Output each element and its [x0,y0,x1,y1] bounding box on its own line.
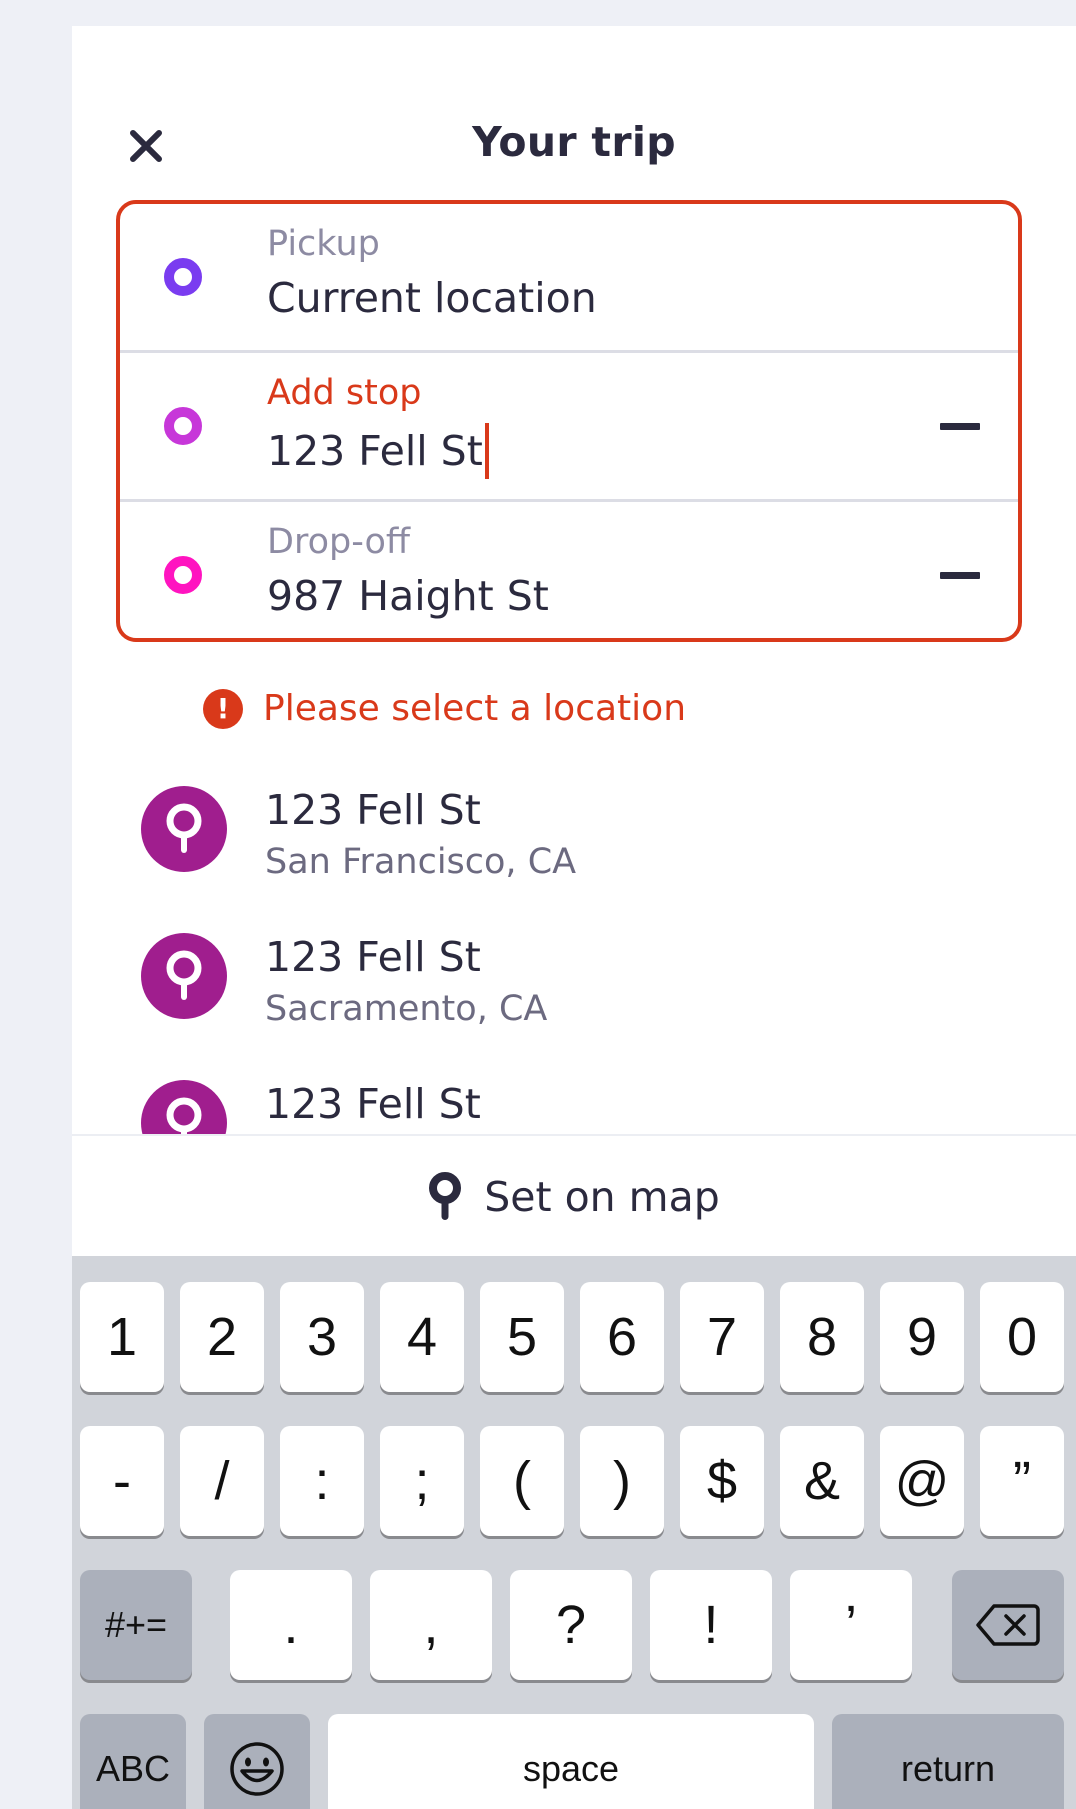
dropoff-row[interactable]: Drop-off 987 Haight St [120,502,1018,638]
suggestion-title: 123 Fell St [265,786,481,834]
symbols-key[interactable]: #+= [80,1570,192,1680]
remove-dropoff-button[interactable] [938,568,982,582]
key-comma[interactable]: , [370,1570,492,1680]
abc-key[interactable]: ABC [80,1714,186,1809]
suggestion-title: 123 Fell St [265,1080,481,1128]
add-stop-label: Add stop [267,373,422,413]
text-caret [484,423,489,479]
list-item[interactable]: 123 Fell St [72,1060,1076,1136]
key-period[interactable]: . [230,1570,352,1680]
error-text: Please select a location [263,688,687,729]
location-pin-icon [141,786,227,872]
add-stop-input[interactable]: 123 Fell St [267,423,489,479]
suggestion-title: 123 Fell St [265,933,481,981]
error-message: ! Please select a location [203,688,686,729]
page-title: Your trip [472,118,676,166]
minus-icon [940,571,980,579]
suggestion-subtitle: Sacramento, CA [265,989,548,1029]
key-5[interactable]: 5 [480,1282,564,1392]
key-apostrophe[interactable]: ’ [790,1570,912,1680]
remove-stop-button[interactable] [938,419,982,433]
add-stop-row[interactable]: Add stop 123 Fell St [120,353,1018,502]
emoji-key[interactable] [204,1714,310,1809]
suggestion-list: 123 Fell St San Francisco, CA 123 Fell S… [72,766,1076,1136]
dropoff-value: 987 Haight St [267,572,549,620]
emoji-icon [230,1742,284,1796]
key-quote[interactable]: ” [980,1426,1064,1536]
delete-key[interactable] [952,1570,1064,1680]
key-ampersand[interactable]: & [780,1426,864,1536]
key-question[interactable]: ? [510,1570,632,1680]
key-hyphen[interactable]: - [80,1426,164,1536]
key-dollar[interactable]: $ [680,1426,764,1536]
pickup-row[interactable]: Pickup Current location [120,204,1018,353]
add-stop-value: 123 Fell St [267,427,483,475]
key-colon[interactable]: : [280,1426,364,1536]
key-0[interactable]: 0 [980,1282,1064,1392]
error-icon: ! [203,688,243,729]
pickup-label: Pickup [267,224,380,264]
list-item[interactable]: 123 Fell St San Francisco, CA [72,766,1076,906]
suggestion-subtitle: San Francisco, CA [265,842,577,882]
key-2[interactable]: 2 [180,1282,264,1392]
screen: Your trip Pickup Current location Add st… [72,26,1076,1809]
dropoff-dot-icon [164,556,202,594]
dropoff-label: Drop-off [267,522,411,562]
keyboard: 1 2 3 4 5 6 7 8 9 0 - / : ; ( ) $ & @ ” … [72,1256,1076,1809]
return-key[interactable]: return [832,1714,1064,1809]
location-pin-icon [141,933,227,1019]
trip-stops-box: Pickup Current location Add stop 123 Fel… [116,200,1022,642]
key-open-paren[interactable]: ( [480,1426,564,1536]
set-on-map-label: Set on map [484,1173,720,1221]
minus-icon [940,422,980,430]
key-4[interactable]: 4 [380,1282,464,1392]
set-on-map-button[interactable]: Set on map [72,1134,1076,1258]
pickup-value: Current location [267,274,597,322]
location-pin-icon [141,1080,227,1136]
stop-dot-icon [164,407,202,445]
key-semicolon[interactable]: ; [380,1426,464,1536]
backspace-icon [976,1604,1040,1646]
key-close-paren[interactable]: ) [580,1426,664,1536]
key-8[interactable]: 8 [780,1282,864,1392]
key-at[interactable]: @ [880,1426,964,1536]
key-7[interactable]: 7 [680,1282,764,1392]
key-9[interactable]: 9 [880,1282,964,1392]
key-6[interactable]: 6 [580,1282,664,1392]
key-1[interactable]: 1 [80,1282,164,1392]
space-key[interactable]: space [328,1714,814,1809]
map-pin-icon [429,1172,462,1220]
list-item[interactable]: 123 Fell St Sacramento, CA [72,913,1076,1053]
key-exclamation[interactable]: ! [650,1570,772,1680]
key-slash[interactable]: / [180,1426,264,1536]
pickup-dot-icon [164,258,202,296]
key-3[interactable]: 3 [280,1282,364,1392]
